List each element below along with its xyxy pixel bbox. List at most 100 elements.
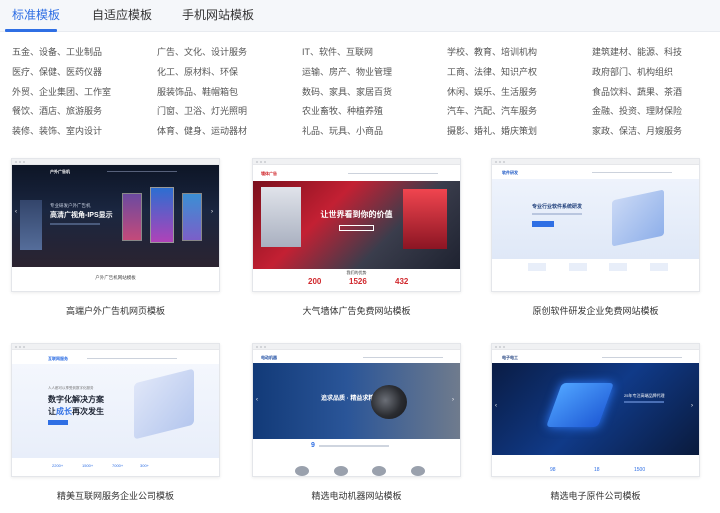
category-link[interactable]: 摄影、婚礼、婚庆策划 bbox=[447, 124, 537, 144]
category-link[interactable]: 广告、文化、设计服务 bbox=[157, 45, 247, 65]
browser-bar bbox=[12, 344, 219, 350]
stat-value: 9 bbox=[311, 442, 315, 449]
carousel-next-icon: › bbox=[211, 209, 213, 215]
motor-image bbox=[371, 385, 407, 419]
template-logo: 电动机器 bbox=[261, 355, 277, 360]
hero-title-line2: 让成长再次发生 bbox=[48, 407, 104, 416]
category-link[interactable]: 运输、房产、物业管理 bbox=[302, 65, 392, 85]
template-thumbnail[interactable]: 墙体广告 让世界看到你的价值 我们的优势 200 1526 432 bbox=[252, 158, 461, 292]
carousel-prev-icon: ‹ bbox=[256, 397, 258, 403]
category-column-3: IT、软件、互联网 运输、房产、物业管理 数码、家具、家居百货 农业畜牧、种植养… bbox=[302, 45, 392, 144]
nav-menu bbox=[87, 358, 177, 359]
category-column-1: 五金、设备、工业制品 医疗、保健、医药仪器 外贸、企业集团、工作室 餐饮、酒店、… bbox=[12, 45, 111, 144]
carousel-prev-icon: ‹ bbox=[15, 209, 17, 215]
nav-menu bbox=[348, 173, 438, 174]
hero-title: 25年专注高端品牌代理 bbox=[624, 393, 665, 398]
template-thumbnail[interactable]: 互联网服务 人人都可以享受到数字化服务 数字化解决方案 让成长再次发生 2200… bbox=[11, 343, 220, 477]
carousel-next-icon: › bbox=[452, 397, 454, 403]
template-title[interactable]: 精选电子原件公司模板 bbox=[491, 489, 700, 502]
category-link[interactable]: 食品饮料、蔬果、茶酒 bbox=[592, 85, 682, 105]
template-thumbnail[interactable]: 户外广告机 专业研发户外广告机 高清广视角-IPS显示 ‹ › 户外广告机网站模… bbox=[11, 158, 220, 292]
hero-title: 高清广视角-IPS显示 bbox=[50, 212, 113, 219]
hero-banner: 专业行业软件系统研发 bbox=[492, 179, 699, 259]
hero-title: 数字化解决方案 bbox=[48, 395, 104, 404]
hero-banner: 25年专注高端品牌代理 ‹ › bbox=[492, 363, 699, 455]
stat-value: 1500 bbox=[634, 467, 646, 473]
stat-value: 300+ bbox=[140, 463, 150, 468]
tab-mobile-templates[interactable]: 手机网站模板 bbox=[182, 6, 254, 23]
feature-icon bbox=[649, 263, 668, 271]
category-link[interactable]: 装修、装饰、室内设计 bbox=[12, 124, 111, 144]
category-link[interactable]: 金融、投资、理财保险 bbox=[592, 104, 682, 124]
hero-banner: 追求品质 · 精益求精 ‹ › bbox=[253, 363, 460, 439]
category-column-2: 广告、文化、设计服务 化工、原材料、环保 服装饰品、鞋帽箱包 门窗、卫浴、灯光照… bbox=[157, 45, 247, 144]
ad-screen bbox=[122, 193, 142, 241]
hero-cta-button bbox=[339, 225, 374, 231]
template-thumbnail[interactable]: 软件研发 专业行业软件系统研发 bbox=[491, 158, 700, 292]
template-title[interactable]: 精选电动机器网站模板 bbox=[252, 489, 461, 502]
hero-subtitle-line bbox=[624, 401, 664, 403]
category-link[interactable]: IT、软件、互联网 bbox=[302, 45, 392, 65]
hero-subtitle-line bbox=[532, 213, 582, 215]
hero-banner: 人人都可以享受到数字化服务 数字化解决方案 让成长再次发生 bbox=[12, 364, 219, 458]
category-link[interactable]: 化工、原材料、环保 bbox=[157, 65, 247, 85]
category-link[interactable]: 农业畜牧、种植养殖 bbox=[302, 104, 392, 124]
template-logo: 户外广告机 bbox=[50, 169, 70, 174]
isometric-illustration bbox=[612, 189, 664, 247]
hero-title: 专业行业软件系统研发 bbox=[532, 204, 583, 210]
nav-menu bbox=[602, 357, 682, 358]
category-link[interactable]: 服装饰品、鞋帽箱包 bbox=[157, 85, 247, 105]
template-title[interactable]: 原创软件研发企业免费网站模板 bbox=[491, 304, 700, 317]
category-column-5: 建筑建材、能源、科技 政府部门、机构组织 食品饮料、蔬果、茶酒 金融、投资、理财… bbox=[592, 45, 682, 144]
template-title[interactable]: 精美互联网服务企业公司模板 bbox=[11, 489, 220, 502]
template-title[interactable]: 高端户外广告机网页模板 bbox=[11, 304, 220, 317]
product-thumbnail bbox=[372, 466, 387, 476]
category-link[interactable]: 五金、设备、工业制品 bbox=[12, 45, 111, 65]
category-column-4: 学校、教育、培训机构 工商、法律、知识产权 休闲、娱乐、生活服务 汽车、汽配、汽… bbox=[447, 45, 537, 144]
category-link[interactable]: 体育、健身、运动器材 bbox=[157, 124, 247, 144]
hero-kicker: 人人都可以享受到数字化服务 bbox=[48, 386, 94, 390]
category-link[interactable]: 外贸、企业集团、工作室 bbox=[12, 85, 111, 105]
template-title[interactable]: 大气墙体广告免费网站模板 bbox=[252, 304, 461, 317]
stat-value: 1500+ bbox=[82, 463, 94, 468]
category-link[interactable]: 建筑建材、能源、科技 bbox=[592, 45, 682, 65]
category-link[interactable]: 医疗、保健、医药仪器 bbox=[12, 65, 111, 85]
product-thumbnail bbox=[410, 466, 425, 476]
hero-cta-button bbox=[48, 420, 68, 425]
feature-icon bbox=[609, 263, 628, 271]
template-thumbnail[interactable]: 电动机器 追求品质 · 精益求精 ‹ › 9 bbox=[252, 343, 461, 477]
category-link[interactable]: 学校、教育、培训机构 bbox=[447, 45, 537, 65]
stat-value: 200 bbox=[308, 277, 322, 286]
browser-bar bbox=[492, 344, 699, 350]
section-heading: 户外广告机网站模板 bbox=[95, 275, 136, 280]
feature-icon bbox=[528, 263, 546, 271]
category-link[interactable]: 门窗、卫浴、灯光照明 bbox=[157, 104, 247, 124]
stat-value: 1526 bbox=[349, 277, 367, 286]
category-link[interactable]: 工商、法律、知识产权 bbox=[447, 65, 537, 85]
template-logo: 软件研发 bbox=[502, 170, 518, 175]
hero-banner: 让世界看到你的价值 bbox=[253, 181, 460, 269]
category-link[interactable]: 礼品、玩具、小商品 bbox=[302, 124, 392, 144]
nav-menu bbox=[107, 171, 177, 172]
template-thumbnail[interactable]: 电子电工 25年专注高端品牌代理 ‹ › 98 18 1500 bbox=[491, 343, 700, 477]
hero-divider bbox=[50, 223, 100, 225]
product-thumbnail bbox=[333, 466, 348, 476]
nav-menu bbox=[363, 357, 443, 358]
category-link[interactable]: 家政、保洁、月嫂服务 bbox=[592, 124, 682, 144]
hero-subtitle: 专业研发户外广告机 bbox=[50, 203, 91, 208]
feature-row bbox=[528, 263, 668, 273]
category-link[interactable]: 数码、家具、家居百货 bbox=[302, 85, 392, 105]
category-link[interactable]: 汽车、汽配、汽车服务 bbox=[447, 104, 537, 124]
tab-responsive-templates[interactable]: 自适应模板 bbox=[92, 6, 152, 23]
tab-standard-templates[interactable]: 标准模板 bbox=[12, 6, 60, 23]
browser-bar bbox=[492, 159, 699, 165]
stat-value: 432 bbox=[395, 277, 409, 286]
category-link[interactable]: 餐饮、酒店、旅游服务 bbox=[12, 104, 111, 124]
browser-bar bbox=[253, 159, 460, 165]
stat-value: 18 bbox=[594, 467, 600, 473]
category-link[interactable]: 休闲、娱乐、生活服务 bbox=[447, 85, 537, 105]
stat-value: 7000+ bbox=[112, 463, 124, 468]
hero-title: 追求品质 · 精益求精 bbox=[321, 396, 375, 402]
stat-caption bbox=[319, 445, 389, 447]
category-link[interactable]: 政府部门、机构组织 bbox=[592, 65, 682, 85]
